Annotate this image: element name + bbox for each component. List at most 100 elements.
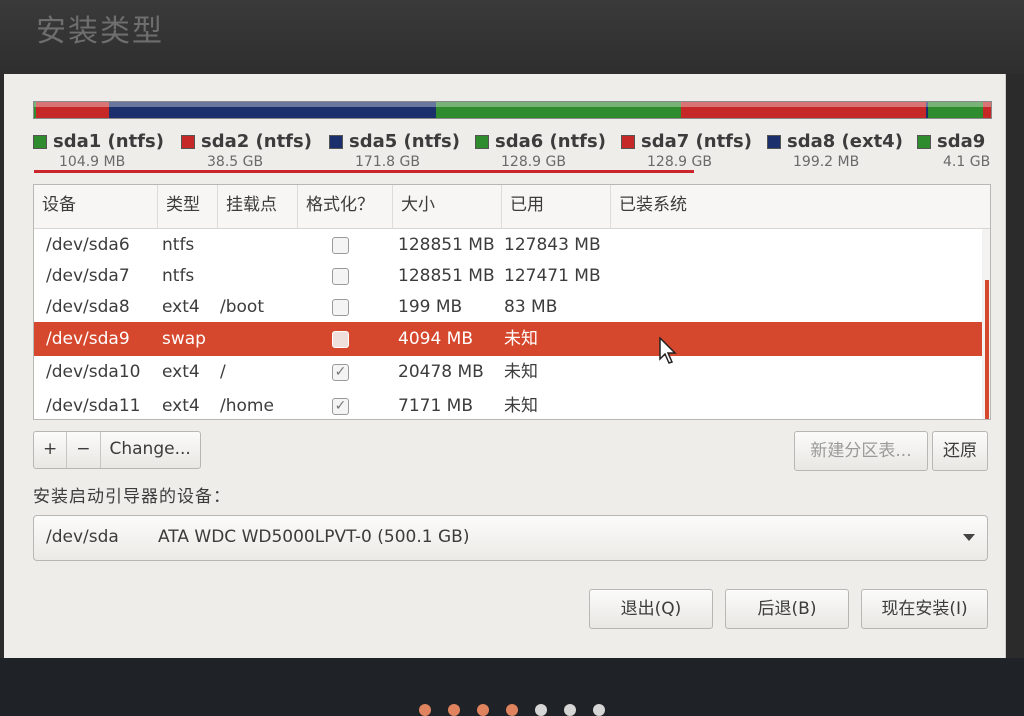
- progress-dot: [448, 704, 460, 716]
- change-partition-button[interactable]: Change...: [101, 432, 200, 468]
- legend-name: sda5 (ntfs): [349, 131, 460, 152]
- cell-mount: /: [220, 362, 226, 382]
- partition-bar: [33, 101, 992, 119]
- table-row[interactable]: /dev/sda10 ext4 / 20478 MB 未知 ✓: [34, 356, 984, 388]
- format-checkbox[interactable]: ✓: [332, 398, 349, 415]
- install-now-button[interactable]: 现在安装(I): [861, 589, 988, 629]
- bootloader-label: 安装启动引导器的设备：: [33, 487, 231, 507]
- installer-window: sda1 (ntfs) 104.9 MB sda2 (ntfs) 38.5 GB sda…: [4, 74, 1006, 658]
- partition-segment-sda6: [436, 102, 682, 118]
- cell-device: /dev/sda7: [46, 266, 130, 286]
- cell-type: ntfs: [162, 266, 195, 286]
- legend-size: 128.9 GB: [647, 154, 712, 170]
- cell-used: 127471 MB: [504, 266, 601, 286]
- format-checkbox[interactable]: [332, 268, 349, 285]
- legend-size: 4.1 GB: [943, 154, 991, 170]
- legend-name: sda1 (ntfs): [53, 131, 164, 152]
- bootloader-model: ATA WDC WD5000LPVT-0 (500.1 GB): [158, 527, 470, 547]
- revert-button[interactable]: 还原: [932, 431, 988, 471]
- cell-mount: /boot: [220, 297, 264, 317]
- cell-size: 4094 MB: [398, 329, 473, 349]
- format-checkbox[interactable]: [332, 299, 349, 316]
- header-mount[interactable]: 挂载点: [218, 185, 298, 229]
- progress-dot: [564, 704, 576, 716]
- cell-device: /dev/sda8: [46, 297, 130, 317]
- cell-mount: /home: [220, 396, 274, 416]
- progress-dot: [477, 704, 489, 716]
- legend-size: 104.9 MB: [59, 154, 126, 170]
- partition-legend: sda1 (ntfs) 104.9 MB sda2 (ntfs) 38.5 GB sda…: [33, 131, 995, 173]
- cell-size: 7171 MB: [398, 396, 473, 416]
- header-system[interactable]: 已装系统: [611, 185, 990, 229]
- legend-size: 171.8 GB: [355, 154, 420, 170]
- format-checkbox[interactable]: [332, 331, 349, 348]
- cell-type: ext4: [162, 396, 200, 416]
- cell-type: ntfs: [162, 235, 195, 255]
- header-size[interactable]: 大小: [393, 185, 502, 229]
- partition-table[interactable]: 设备 类型 挂载点 格式化？ 大小 已用 已装系统 /dev/sda6 ntfs 1…: [33, 184, 991, 420]
- bootloader-device: /dev/sda: [46, 527, 119, 547]
- legend-swatch: [33, 135, 47, 149]
- cell-device: /dev/sda6: [46, 235, 130, 255]
- format-checkbox[interactable]: [332, 237, 349, 254]
- header-type[interactable]: 类型: [158, 185, 218, 229]
- cell-size: 20478 MB: [398, 362, 484, 382]
- legend-swatch: [767, 135, 781, 149]
- header-used[interactable]: 已用: [502, 185, 611, 229]
- legend-swatch: [329, 135, 343, 149]
- legend-name: sda7 (ntfs): [641, 131, 752, 152]
- cell-type: swap: [162, 329, 206, 349]
- legend-size: 199.2 MB: [793, 154, 860, 170]
- partition-segment-sda7: [681, 102, 927, 118]
- table-row[interactable]: /dev/sda7 ntfs 128851 MB 127471 MB: [34, 260, 984, 292]
- legend-name: sda9: [937, 131, 986, 152]
- legend-name: sda6 (ntfs): [495, 131, 606, 152]
- table-row[interactable]: /dev/sda9 swap 4094 MB 未知: [34, 322, 984, 356]
- bootloader-device-select[interactable]: /dev/sda ATA WDC WD5000LPVT-0 (500.1 GB): [33, 515, 988, 561]
- cell-size: 128851 MB: [398, 266, 495, 286]
- format-checkbox[interactable]: ✓: [332, 364, 349, 381]
- progress-dot: [535, 704, 547, 716]
- table-scrollbar-thumb[interactable]: [985, 280, 989, 419]
- back-button[interactable]: 后退(B): [725, 589, 849, 629]
- progress-dots: [0, 704, 1024, 716]
- partition-segment-sda2: [36, 102, 110, 118]
- add-partition-button[interactable]: +: [34, 432, 68, 468]
- partition-segment-sda10: [983, 102, 991, 118]
- legend-swatch: [181, 135, 195, 149]
- cell-device: /dev/sda11: [46, 396, 141, 416]
- legend-swatch: [917, 135, 931, 149]
- remove-partition-button[interactable]: −: [67, 432, 101, 468]
- partition-segment-sda9: [928, 102, 984, 118]
- mouse-cursor-icon: [659, 337, 677, 364]
- table-row[interactable]: /dev/sda6 ntfs 128851 MB 127843 MB: [34, 229, 984, 261]
- cell-device: /dev/sda9: [46, 329, 130, 349]
- table-header: 设备 类型 挂载点 格式化？ 大小 已用 已装系统: [34, 185, 990, 229]
- cell-used: 未知: [504, 329, 538, 349]
- cell-size: 128851 MB: [398, 235, 495, 255]
- cell-used: 未知: [504, 362, 538, 382]
- legend-size: 38.5 GB: [207, 154, 264, 170]
- new-partition-table-button[interactable]: 新建分区表...: [794, 431, 928, 471]
- legend-name: sda2 (ntfs): [201, 131, 312, 152]
- partition-segment-sda5: [109, 102, 437, 118]
- cell-used: 83 MB: [504, 297, 558, 317]
- cell-type: ext4: [162, 362, 200, 382]
- chevron-down-icon: [963, 534, 975, 541]
- quit-button[interactable]: 退出(Q): [589, 589, 713, 629]
- partition-toolbar: + − Change...: [33, 431, 201, 469]
- legend-swatch: [475, 135, 489, 149]
- legend-swatch: [621, 135, 635, 149]
- progress-dot: [593, 704, 605, 716]
- table-row[interactable]: /dev/sda11 ext4/home 7171 MB 未知 ✓: [34, 390, 984, 419]
- cell-type: ext4: [162, 297, 200, 317]
- progress-dot: [419, 704, 431, 716]
- table-row[interactable]: /dev/sda8 ext4/boot 199 MB 83 MB: [34, 291, 984, 323]
- cell-used: 127843 MB: [504, 235, 601, 255]
- cell-size: 199 MB: [398, 297, 463, 317]
- progress-dot: [506, 704, 518, 716]
- header-device[interactable]: 设备: [34, 185, 158, 229]
- cell-device: /dev/sda10: [46, 362, 141, 382]
- title-bar: 安装类型: [0, 0, 1024, 74]
- header-format[interactable]: 格式化？: [298, 185, 393, 229]
